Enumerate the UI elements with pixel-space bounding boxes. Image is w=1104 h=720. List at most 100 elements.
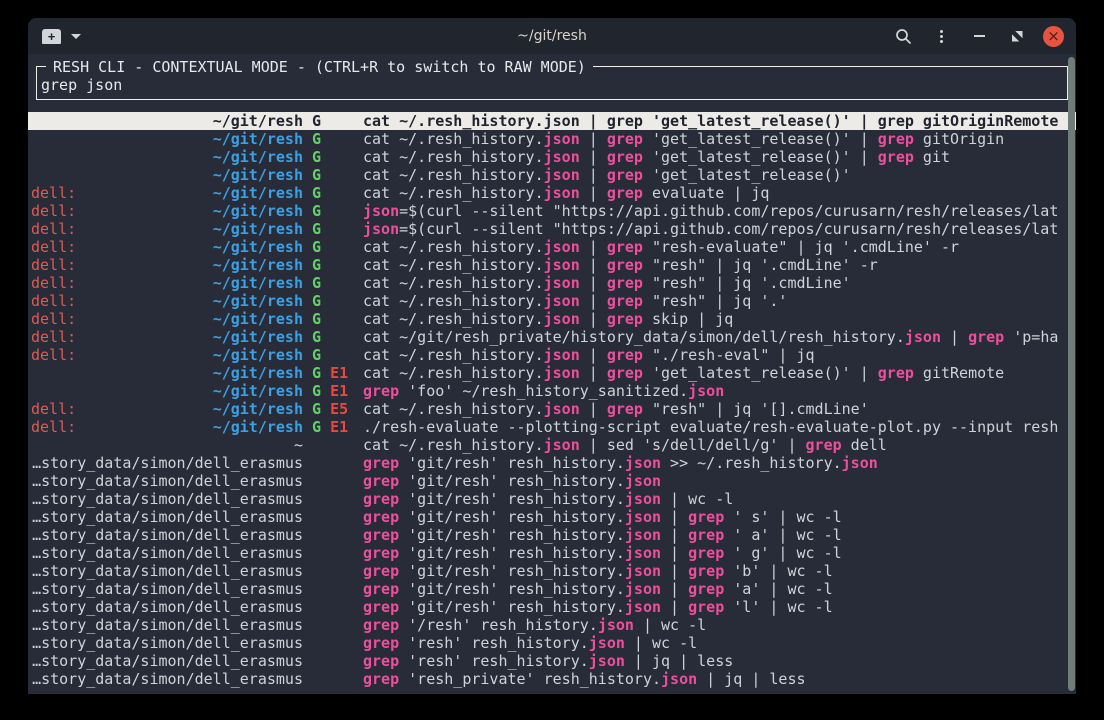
command-text: cat ~/.resh_history.json | grep 'get_lat…	[363, 130, 1076, 148]
search-match: json	[661, 670, 697, 688]
history-row[interactable]: dell:~/git/reshGcat ~/.resh_history.json…	[28, 184, 1076, 202]
search-match: grep	[607, 166, 643, 184]
history-row[interactable]: …story_data/simon/dell_erasmusgrep 'git/…	[28, 544, 1076, 562]
history-row[interactable]: dell:~/git/reshGcat ~/.resh_history.json…	[28, 310, 1076, 328]
history-row[interactable]: …story_data/simon/dell_erasmusgrep 'git/…	[28, 508, 1076, 526]
history-row[interactable]: dell:~/git/reshGjson=$(curl --silent "ht…	[28, 220, 1076, 238]
search-match: grep	[363, 454, 399, 472]
host-label: dell:	[31, 346, 76, 364]
search-match: grep	[363, 652, 399, 670]
search-match: json	[842, 454, 878, 472]
directory-label: …story_data/simon/dell_erasmus	[31, 490, 303, 508]
command-text: grep 'git/resh' resh_history.json >> ~/.…	[363, 454, 1076, 472]
command-text: cat ~/.resh_history.json | grep 'get_lat…	[363, 148, 1076, 166]
resh-mode-title: RESH CLI - CONTEXTUAL MODE - (CTRL+R to …	[46, 58, 593, 76]
search-match: json	[363, 220, 399, 238]
search-match: grep	[607, 274, 643, 292]
history-row[interactable]: ~/git/reshGcat ~/.resh_history.json | gr…	[28, 166, 1076, 184]
search-match: grep	[607, 148, 643, 166]
command-text: grep '/resh' resh_history.json | wc -l	[363, 616, 1076, 634]
search-match: json	[625, 598, 661, 616]
history-row[interactable]: …story_data/simon/dell_erasmusgrep 'resh…	[28, 670, 1076, 688]
chevron-down-icon	[71, 34, 81, 39]
history-row[interactable]: …story_data/simon/dell_erasmusgrep '/res…	[28, 616, 1076, 634]
history-row[interactable]: …story_data/simon/dell_erasmusgrep 'git/…	[28, 526, 1076, 544]
host-label: dell:	[31, 292, 76, 310]
command-text: grep 'git/resh' resh_history.json | grep…	[363, 526, 1076, 544]
directory-label: ~/git/resh	[31, 112, 303, 130]
command-text: grep 'git/resh' resh_history.json | wc -…	[363, 490, 1076, 508]
history-row[interactable]: …story_data/simon/dell_erasmusgrep 'resh…	[28, 652, 1076, 670]
history-row[interactable]: …story_data/simon/dell_erasmus grep 'git/…	[28, 454, 1076, 472]
terminal-window: + ~/git/resh	[28, 18, 1076, 694]
git-flag: G	[312, 184, 321, 202]
host-label: dell:	[31, 202, 76, 220]
restore-button[interactable]	[1005, 24, 1029, 48]
search-match: json	[625, 454, 661, 472]
search-match: grep	[363, 490, 399, 508]
search-match: json	[544, 184, 580, 202]
directory-label: ~/git/resh	[31, 364, 303, 382]
search-match: json	[544, 130, 580, 148]
search-button[interactable]	[891, 24, 915, 48]
search-match: grep	[688, 598, 724, 616]
minimize-button[interactable]	[967, 24, 991, 48]
history-row[interactable]: dell:~/git/reshGcat ~/.resh_history.json…	[28, 256, 1076, 274]
history-row[interactable]: …story_data/simon/dell_erasmusgrep 'resh…	[28, 634, 1076, 652]
command-text: cat ~/.resh_history.json | grep "resh" |…	[363, 400, 1076, 418]
menu-button[interactable]	[929, 24, 953, 48]
directory-label: ~	[31, 436, 303, 454]
close-button[interactable]: ×	[1043, 26, 1064, 47]
history-row[interactable]: dell:~/git/reshGjson=$(curl --silent "ht…	[28, 202, 1076, 220]
history-row-selected[interactable]: ~/git/reshGcat ~/.resh_history.json | gr…	[28, 112, 1076, 130]
close-icon: ×	[1047, 29, 1060, 44]
history-row[interactable]: ~/git/reshGcat ~/.resh_history.json | gr…	[28, 130, 1076, 148]
history-row[interactable]: dell:~/git/reshGcat ~/.resh_history.json…	[28, 346, 1076, 364]
history-row[interactable]: dell:~/git/reshGcat ~/.resh_history.json…	[28, 274, 1076, 292]
host-label: dell:	[31, 400, 76, 418]
scrollbar-thumb[interactable]	[1068, 57, 1075, 691]
directory-label: ~/git/resh	[31, 166, 303, 184]
search-match: grep	[688, 580, 724, 598]
terminal-content: RESH CLI - CONTEXTUAL MODE - (CTRL+R to …	[28, 54, 1076, 694]
history-row[interactable]: ~cat ~/.resh_history.json | sed 's/dell/…	[28, 436, 1076, 454]
history-row[interactable]: dell:~/git/reshGcat ~/.resh_history.json…	[28, 292, 1076, 310]
host-label: dell:	[31, 238, 76, 256]
flags: G	[303, 238, 363, 256]
directory-label: …story_data/simon/dell_erasmus	[31, 454, 303, 472]
search-match: json	[544, 112, 580, 130]
search-match: json	[544, 148, 580, 166]
history-row[interactable]: dell:~/git/reshGcat ~/git/resh_private/h…	[28, 328, 1076, 346]
history-row[interactable]: …story_data/simon/dell_erasmusgrep 'git/…	[28, 598, 1076, 616]
directory-label: …story_data/simon/dell_erasmus	[31, 634, 303, 652]
command-text: cat ~/.resh_history.json | grep "resh" |…	[363, 274, 1076, 292]
search-match: grep	[688, 526, 724, 544]
search-match: grep	[878, 130, 914, 148]
command-text: cat ~/git/resh_private/history_data/simo…	[363, 328, 1076, 346]
flags	[303, 598, 363, 616]
flags	[303, 616, 363, 634]
kebab-menu-icon	[940, 30, 943, 43]
history-row[interactable]: ~/git/reshG E1grep 'foo' ~/resh_history_…	[28, 382, 1076, 400]
history-row[interactable]: dell:~/git/reshG E5cat ~/.resh_history.j…	[28, 400, 1076, 418]
history-row[interactable]: dell:~/git/reshGcat ~/.resh_history.json…	[28, 238, 1076, 256]
search-match: grep	[363, 526, 399, 544]
search-match: json	[625, 490, 661, 508]
directory-label: ~/git/resh	[31, 382, 303, 400]
command-text: json=$(curl --silent "https://api.github…	[363, 202, 1076, 220]
git-flag: G	[312, 256, 321, 274]
flags	[303, 652, 363, 670]
history-row[interactable]: dell:~/git/reshG E1./resh-evaluate --plo…	[28, 418, 1076, 436]
history-row[interactable]: …story_data/simon/dell_erasmus grep 'git/…	[28, 490, 1076, 508]
search-match: json	[688, 382, 724, 400]
history-row[interactable]: …story_data/simon/dell_erasmusgrep 'git/…	[28, 580, 1076, 598]
history-row[interactable]: …story_data/simon/dell_erasmusgrep 'git/…	[28, 472, 1076, 490]
command-text: cat ~/.resh_history.json | grep evaluate…	[363, 184, 1076, 202]
directory-label: …story_data/simon/dell_erasmus	[31, 544, 303, 562]
flags: G E5	[303, 400, 363, 418]
new-tab-button[interactable]: +	[42, 29, 81, 44]
git-flag: G	[312, 292, 321, 310]
history-row[interactable]: ~/git/reshG E1cat ~/.resh_history.json |…	[28, 364, 1076, 382]
history-row[interactable]: ~/git/reshGcat ~/.resh_history.json | gr…	[28, 148, 1076, 166]
history-row[interactable]: …story_data/simon/dell_erasmusgrep 'git/…	[28, 562, 1076, 580]
